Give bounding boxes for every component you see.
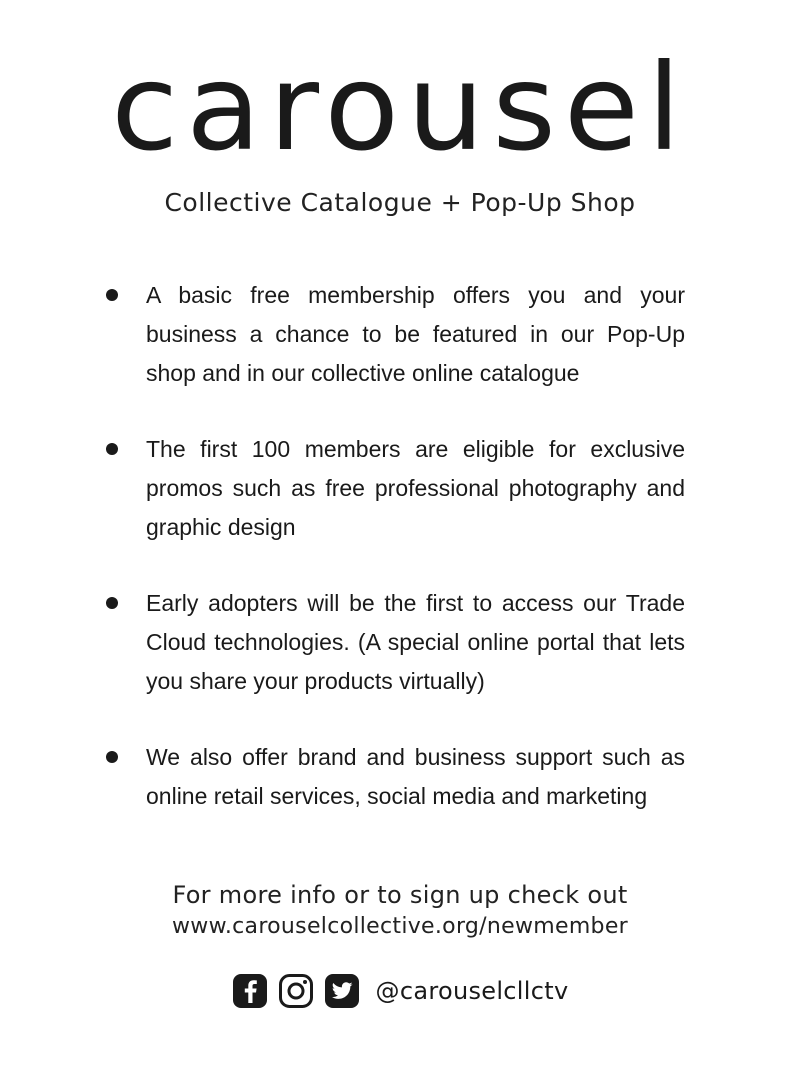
flyer-page: carousel Collective Catalogue + Pop-Up S… — [0, 0, 800, 1087]
bullet-dot-icon — [106, 443, 118, 455]
list-item: The first 100 members are eligible for e… — [105, 430, 685, 547]
list-item-text: We also offer brand and business support… — [146, 744, 685, 809]
twitter-icon[interactable] — [324, 973, 360, 1009]
instagram-icon[interactable] — [278, 973, 314, 1009]
list-item: A basic free membership offers you and y… — [105, 276, 685, 393]
benefits-list: A basic free membership offers you and y… — [105, 276, 685, 853]
brand-logo-text: carousel — [111, 38, 689, 178]
list-item-text: The first 100 members are eligible for e… — [146, 436, 685, 540]
social-bar: @carouselcllctv — [0, 973, 800, 1009]
social-handle[interactable]: @carouselcllctv — [376, 977, 569, 1005]
bullet-dot-icon — [106, 289, 118, 301]
list-item-text: A basic free membership offers you and y… — [146, 282, 685, 386]
subtitle: Collective Catalogue + Pop-Up Shop — [164, 188, 636, 217]
call-to-action: For more info or to sign up check out ww… — [0, 878, 800, 942]
list-item: We also offer brand and business support… — [105, 738, 685, 816]
bullet-dot-icon — [106, 751, 118, 763]
signup-link[interactable]: www.carouselcollective.org/newmember — [0, 912, 800, 942]
list-item-text: Early adopters will be the first to acce… — [146, 590, 685, 694]
cta-text: For more info or to sign up check out — [172, 881, 628, 909]
list-item: Early adopters will be the first to acce… — [105, 584, 685, 701]
facebook-icon[interactable] — [232, 973, 268, 1009]
bullet-dot-icon — [106, 597, 118, 609]
